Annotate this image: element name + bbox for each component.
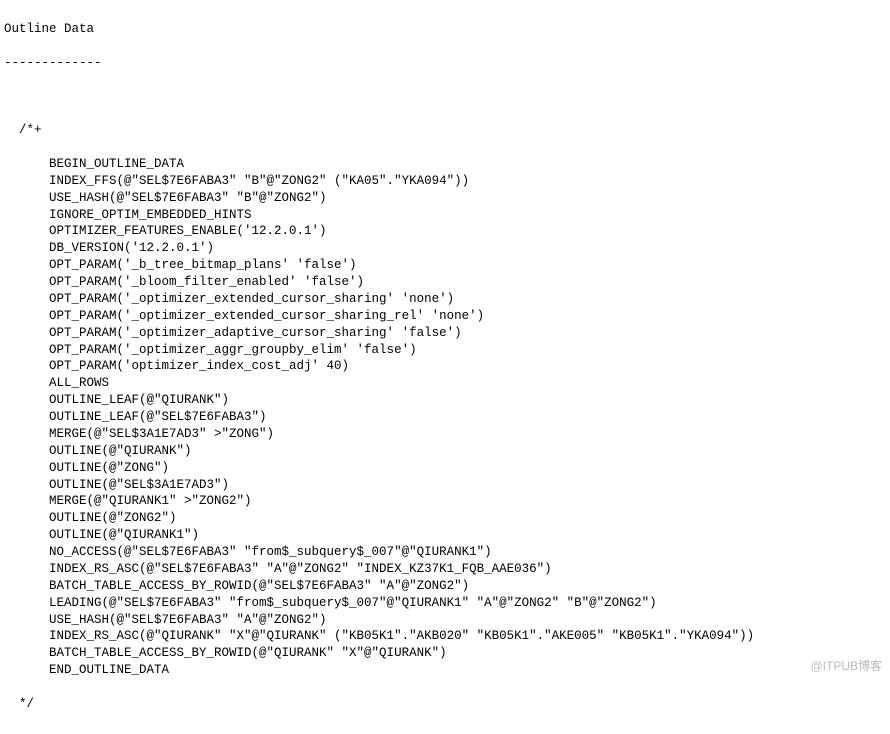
hint-line: OPT_PARAM('_optimizer_extended_cursor_sh… <box>4 291 886 308</box>
hint-line: BEGIN_OUTLINE_DATA <box>4 156 886 173</box>
hint-lines: BEGIN_OUTLINE_DATA INDEX_FFS(@"SEL$7E6FA… <box>4 156 886 679</box>
hint-line: INDEX_FFS(@"SEL$7E6FABA3" "B"@"ZONG2" ("… <box>4 173 886 190</box>
hint-line: USE_HASH(@"SEL$7E6FABA3" "B"@"ZONG2") <box>4 190 886 207</box>
hint-line: END_OUTLINE_DATA <box>4 662 886 679</box>
hint-line: OPT_PARAM('_b_tree_bitmap_plans' 'false'… <box>4 257 886 274</box>
hint-line: INDEX_RS_ASC(@"QIURANK" "X"@"QIURANK" ("… <box>4 628 886 645</box>
hint-line: LEADING(@"SEL$7E6FABA3" "from$_subquery$… <box>4 595 886 612</box>
hint-line: OUTLINE(@"SEL$3A1E7AD3") <box>4 477 886 494</box>
hint-line: INDEX_RS_ASC(@"SEL$7E6FABA3" "A"@"ZONG2"… <box>4 561 886 578</box>
hint-line: OUTLINE(@"ZONG2") <box>4 510 886 527</box>
hint-line: IGNORE_OPTIM_EMBEDDED_HINTS <box>4 207 886 224</box>
hint-line: BATCH_TABLE_ACCESS_BY_ROWID(@"SEL$7E6FAB… <box>4 578 886 595</box>
section-title: Outline Data <box>4 21 886 38</box>
outline-data-block: Outline Data ------------- /*+ BEGIN_OUT… <box>0 0 890 734</box>
hint-block-open: /*+ <box>4 122 886 139</box>
hint-line: OUTLINE(@"QIURANK1") <box>4 527 886 544</box>
hint-line: OUTLINE_LEAF(@"QIURANK") <box>4 392 886 409</box>
watermark-text: @ITPUB博客 <box>810 658 882 674</box>
hint-line: MERGE(@"QIURANK1" >"ZONG2") <box>4 493 886 510</box>
hint-line: OUTLINE(@"ZONG") <box>4 460 886 477</box>
hint-line: ALL_ROWS <box>4 375 886 392</box>
hint-line: MERGE(@"SEL$3A1E7AD3" >"ZONG") <box>4 426 886 443</box>
hint-line: NO_ACCESS(@"SEL$7E6FABA3" "from$_subquer… <box>4 544 886 561</box>
section-divider: ------------- <box>4 55 886 72</box>
hint-line: OPT_PARAM('_optimizer_extended_cursor_sh… <box>4 308 886 325</box>
blank-line <box>4 88 886 105</box>
hint-line: OUTLINE_LEAF(@"SEL$7E6FABA3") <box>4 409 886 426</box>
hint-line: BATCH_TABLE_ACCESS_BY_ROWID(@"QIURANK" "… <box>4 645 886 662</box>
hint-line: OPT_PARAM('optimizer_index_cost_adj' 40) <box>4 358 886 375</box>
hint-line: DB_VERSION('12.2.0.1') <box>4 240 886 257</box>
hint-line: USE_HASH(@"SEL$7E6FABA3" "A"@"ZONG2") <box>4 612 886 629</box>
hint-line: OPTIMIZER_FEATURES_ENABLE('12.2.0.1') <box>4 223 886 240</box>
hint-line: OPT_PARAM('_optimizer_adaptive_cursor_sh… <box>4 325 886 342</box>
hint-line: OPT_PARAM('_optimizer_aggr_groupby_elim'… <box>4 342 886 359</box>
hint-line: OUTLINE(@"QIURANK") <box>4 443 886 460</box>
hint-line: OPT_PARAM('_bloom_filter_enabled' 'false… <box>4 274 886 291</box>
hint-block-close: */ <box>4 696 886 713</box>
